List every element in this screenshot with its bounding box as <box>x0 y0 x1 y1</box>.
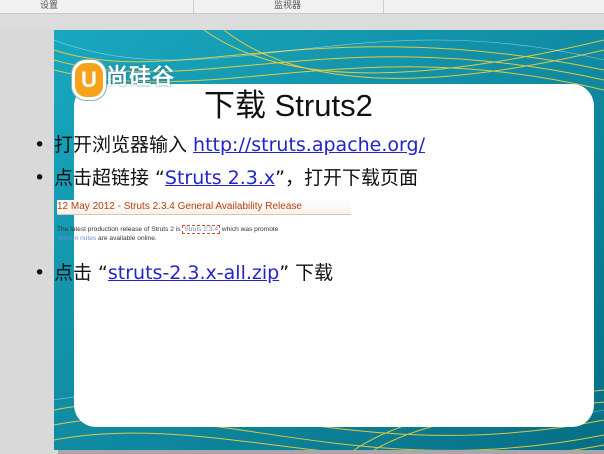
bullet-dot-icon: • <box>34 134 46 156</box>
logo-badge-icon: U <box>72 60 106 100</box>
tab-monitor[interactable]: 监视器 <box>274 0 301 13</box>
bullet-item-3: • 点击 “struts-2.3.x-all.zip” 下载 <box>34 258 333 285</box>
release-note: The latest production release of Struts … <box>57 225 357 243</box>
struts-homepage-link[interactable]: http://struts.apache.org/ <box>193 134 425 156</box>
toolbar-divider <box>193 0 194 13</box>
bullet-text: 点击 “ <box>54 262 108 284</box>
bullet-text: 打开浏览器输入 <box>54 134 194 156</box>
atguigu-logo: U 尚硅谷 www.atguigu.com <box>60 42 210 100</box>
logo-url: www.atguigu.com <box>110 85 173 94</box>
bullet-item-1: • 打开浏览器输入 http://struts.apache.org/ <box>34 130 425 157</box>
bullet-dot-icon: • <box>34 167 46 189</box>
tab-settings[interactable]: 设置 <box>40 0 58 13</box>
top-toolbar: 设置 监视器 <box>0 0 604 14</box>
struts-version-link[interactable]: Struts 2.3.x <box>165 167 275 189</box>
struts-release-link[interactable]: Struts 2.3.4 <box>182 225 221 234</box>
note-text: are available online. <box>96 235 157 242</box>
slide-title: 下载 Struts2 <box>204 88 373 123</box>
workspace-gap <box>0 14 604 30</box>
bullet-text: 点击超链接 “ <box>54 167 165 189</box>
bullet-item-2: • 点击超链接 “Struts 2.3.x”，打开下载页面 <box>34 163 418 190</box>
note-text: The latest production release of Struts … <box>57 226 183 233</box>
note-text: which was promote <box>220 226 279 233</box>
bullet-text: ” 下载 <box>279 262 334 284</box>
toolbar-divider <box>383 0 384 13</box>
release-heading: 12 May 2012 - Struts 2.3.4 General Avail… <box>57 200 351 215</box>
struts-zip-link[interactable]: struts-2.3.x-all.zip <box>108 262 279 284</box>
version-notes-link[interactable]: version notes <box>57 235 96 242</box>
bullet-text: ”，打开下载页面 <box>275 167 418 189</box>
bullet-dot-icon: • <box>34 262 46 284</box>
